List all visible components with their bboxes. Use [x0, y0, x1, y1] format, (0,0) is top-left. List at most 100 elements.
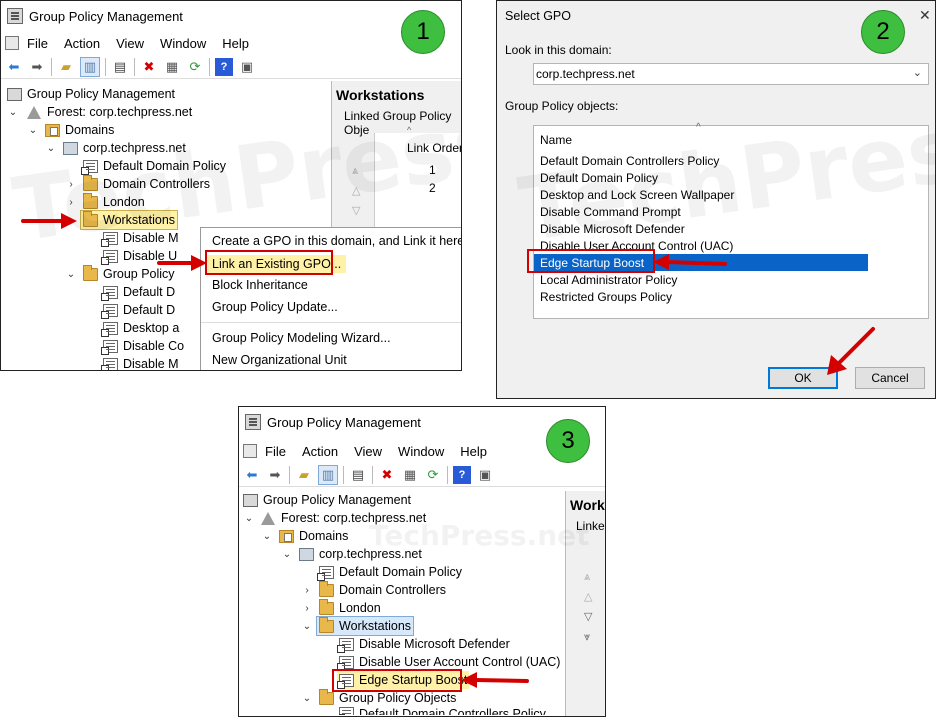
toolbar-separator: [289, 465, 290, 484]
tree-root[interactable]: Group Policy Management: [7, 85, 175, 103]
toolbar-separator: [134, 57, 135, 76]
list-item[interactable]: Restricted Groups Policy: [540, 290, 672, 304]
menu-window[interactable]: Window: [398, 444, 444, 459]
tree-gpo[interactable]: Disable Co: [101, 337, 185, 355]
tree-domain-controllers[interactable]: Domain Controllers: [319, 580, 446, 599]
chevron-right-icon[interactable]: ›: [301, 599, 313, 617]
chevron-down-icon[interactable]: ⌄: [243, 509, 255, 527]
up-folder-icon[interactable]: ▰: [295, 466, 313, 484]
tree-domains[interactable]: Domains: [279, 527, 348, 545]
chevron-down-icon[interactable]: ⌄: [65, 265, 77, 283]
console-icon[interactable]: ▣: [476, 466, 494, 484]
help-icon[interactable]: ?: [453, 465, 471, 484]
tree-root-label: Group Policy Management: [27, 87, 175, 101]
menu-help[interactable]: Help: [460, 444, 487, 459]
console-icon[interactable]: ▣: [238, 58, 256, 76]
document-icon[interactable]: [243, 444, 257, 458]
chevron-down-icon[interactable]: ⌄: [27, 121, 39, 139]
properties-icon[interactable]: ▦: [401, 466, 419, 484]
menu-file[interactable]: File: [27, 36, 48, 51]
chevron-down-icon[interactable]: ⌄: [7, 103, 19, 121]
properties-icon[interactable]: ▦: [163, 58, 181, 76]
tree-gpo[interactable]: Default D: [101, 301, 175, 319]
chevron-right-icon[interactable]: ›: [301, 581, 313, 599]
menu-view[interactable]: View: [354, 444, 382, 459]
highlight-box: [205, 250, 333, 275]
tree-domains[interactable]: Domains: [45, 121, 114, 139]
tree-root[interactable]: Group Policy Management: [243, 491, 411, 509]
gpm-app-icon: [7, 8, 23, 24]
document-icon[interactable]: [5, 36, 19, 50]
menu-window[interactable]: Window: [160, 36, 206, 51]
tree-domains-label: Domains: [65, 123, 115, 137]
move-down-icon[interactable]: ▽: [584, 607, 592, 627]
help-icon[interactable]: ?: [215, 57, 233, 76]
menu-file[interactable]: File: [265, 444, 286, 459]
forest-icon: [261, 511, 276, 525]
tree-gpo-partial[interactable]: Default Domain Controllers Policy: [339, 707, 546, 715]
ctx-modeling-wizard[interactable]: Group Policy Modeling Wizard...: [212, 331, 391, 345]
gpo-icon: [101, 321, 118, 337]
col-name[interactable]: Name: [540, 133, 572, 147]
refresh-icon[interactable]: ⟳: [186, 58, 204, 76]
show-tree-icon[interactable]: ▥: [318, 464, 338, 485]
toolbar-separator: [51, 57, 52, 76]
ctx-block-inheritance[interactable]: Block Inheritance: [212, 278, 308, 292]
gpo-icon: [101, 357, 118, 370]
close-icon[interactable]: ✕: [919, 7, 931, 24]
tree-item-label: Default Domain Policy: [339, 565, 462, 579]
tree-gpo[interactable]: Desktop a: [101, 319, 179, 337]
gpo-link-icon: [337, 637, 354, 653]
menu-action[interactable]: Action: [64, 36, 100, 51]
back-icon[interactable]: ⬅: [5, 58, 23, 76]
tree-workstations[interactable]: Workstations: [315, 616, 415, 636]
tree-item-label: Disable Co: [123, 339, 185, 353]
delete-icon[interactable]: ✖: [140, 58, 158, 76]
details-header: Work: [570, 497, 605, 513]
menu-action[interactable]: Action: [302, 444, 338, 459]
chevron-down-icon[interactable]: ⌄: [301, 689, 313, 707]
list-item[interactable]: Local Administrator Policy: [540, 273, 677, 287]
back-icon[interactable]: ⬅: [243, 466, 261, 484]
window-title: Group Policy Management: [29, 8, 183, 24]
clipboard-icon[interactable]: ▤: [111, 58, 129, 76]
domain-dropdown[interactable]: corp.techpress.net ⌄: [533, 63, 929, 85]
toolbar-separator: [343, 465, 344, 484]
move-up-icon[interactable]: △: [584, 587, 592, 607]
tree-ws-child[interactable]: Disable Microsoft Defender: [337, 635, 510, 653]
ctx-new-ou[interactable]: New Organizational Unit: [212, 353, 347, 367]
ctx-gp-update[interactable]: Group Policy Update...: [212, 300, 338, 314]
gpo-link-icon: [101, 249, 118, 265]
chevron-down-icon[interactable]: ⌄: [301, 617, 313, 635]
sort-icon: ^: [696, 122, 701, 133]
forward-icon[interactable]: ➡: [28, 58, 46, 76]
tree-london[interactable]: London: [319, 598, 381, 617]
folder-icon: [319, 688, 334, 705]
red-arrow-icon: [157, 255, 207, 271]
toolbar: ⬅ ➡ ▰ ▥ ▤ ✖ ▦ ⟳ ? ▣: [1, 55, 461, 79]
tree-gpo[interactable]: Disable M: [101, 355, 179, 370]
gpo-objects-label: Group Policy objects:: [505, 99, 619, 113]
up-folder-icon[interactable]: ▰: [57, 58, 75, 76]
move-bottom-icon[interactable]: ⩔: [584, 627, 592, 647]
ctx-create-gpo[interactable]: Create a GPO in this domain, and Link it…: [212, 234, 461, 248]
gpo-link-icon: [337, 655, 354, 671]
forward-icon[interactable]: ➡: [266, 466, 284, 484]
chevron-down-icon[interactable]: ⌄: [281, 545, 293, 563]
clipboard-icon[interactable]: ▤: [349, 466, 367, 484]
menu-help[interactable]: Help: [222, 36, 249, 51]
forest-icon: [27, 105, 42, 119]
gpo-icon: [101, 339, 118, 355]
menu-view[interactable]: View: [116, 36, 144, 51]
menu-bar: File Action View Window Help: [1, 33, 461, 53]
ou-folder-icon: [319, 616, 334, 633]
show-tree-icon[interactable]: ▥: [80, 56, 100, 77]
move-top-icon[interactable]: ⩓: [584, 567, 592, 587]
tree-gpo[interactable]: Default D: [101, 283, 175, 301]
refresh-icon[interactable]: ⟳: [424, 466, 442, 484]
gpo-icon: [339, 707, 354, 715]
tree-default-domain-policy[interactable]: Default Domain Policy: [317, 563, 462, 581]
delete-icon[interactable]: ✖: [378, 466, 396, 484]
chevron-down-icon[interactable]: ⌄: [261, 527, 273, 545]
tree-forest[interactable]: Forest: corp.techpress.net: [27, 103, 192, 121]
